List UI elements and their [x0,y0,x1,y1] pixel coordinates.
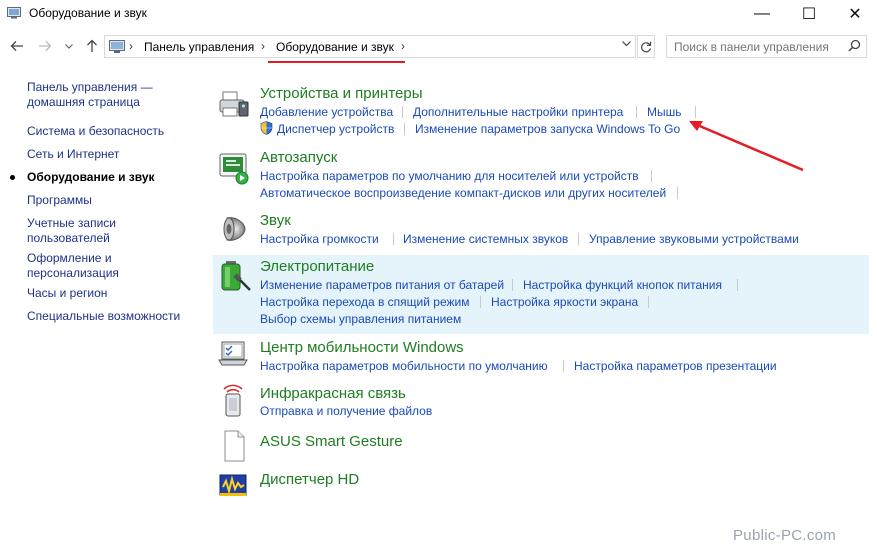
battery-icon [221,261,251,291]
link-separator [393,233,394,245]
category-power-options: Электропитание Изменение параметров пита… [213,255,869,334]
category-infrared: Инфракрасная связь Отправка и получение … [213,382,869,422]
category-title[interactable]: Устройства и принтеры [260,85,422,102]
link-windows-to-go[interactable]: Изменение параметров запуска Windows To … [415,122,680,136]
category-sound: Звук Настройка громкости Изменение систе… [213,209,869,253]
printer-icon [219,91,249,117]
link-separator [578,233,579,245]
search-icon[interactable] [848,39,861,55]
link-sleep-settings[interactable]: Настройка перехода в спящий режим [260,295,469,309]
link-power-buttons[interactable]: Настройка функций кнопок питания [523,278,722,292]
category-title[interactable]: Электропитание [260,258,374,275]
category-title[interactable]: ASUS Smart Gesture [260,433,403,450]
maximize-button[interactable]: ☐ [786,0,832,28]
title-bar: Оборудование и звук — ☐ ✕ [0,0,877,28]
mobility-center-icon [218,341,248,366]
search-input[interactable] [667,36,847,57]
address-dropdown-icon[interactable] [622,39,631,50]
link-send-receive-files[interactable]: Отправка и получение файлов [260,404,432,418]
navigation-bar: › Панель управления › Оборудование и зву… [0,32,877,60]
link-system-sounds[interactable]: Изменение системных звуков [403,232,568,246]
link-separator [651,170,652,182]
sidebar-item-user-accounts[interactable]: Учетные записи пользователей [27,216,137,246]
breadcrumb-separator-icon[interactable]: › [401,39,405,53]
link-power-plan[interactable]: Выбор схемы управления питанием [260,312,461,326]
sidebar-item-programs[interactable]: Программы [27,193,197,208]
speaker-icon [223,217,246,241]
watermark: Public-PC.com [733,527,837,544]
category-title[interactable]: Автозапуск [260,149,337,166]
link-separator [563,360,564,372]
link-volume[interactable]: Настройка громкости [260,232,379,246]
link-mouse[interactable]: Мышь [647,105,682,119]
current-item-bullet-icon [10,175,15,180]
link-device-manager[interactable]: Диспетчер устройств [277,122,394,136]
sidebar-item-personalization[interactable]: Оформление и персонализация [27,251,137,281]
sidebar-item-network[interactable]: Сеть и Интернет [27,147,197,162]
autoplay-icon [219,153,249,185]
link-separator [404,123,405,135]
control-panel-location-icon [109,40,125,53]
sidebar-item-clock-region[interactable]: Часы и регион [27,286,197,301]
link-screen-brightness[interactable]: Настройка яркости экрана [491,295,638,309]
breadcrumb-control-panel[interactable]: Панель управления [144,40,254,54]
category-title[interactable]: Центр мобильности Windows [260,339,464,356]
link-separator [512,279,513,291]
uac-shield-icon [260,121,273,135]
window-title: Оборудование и звук [29,6,147,20]
link-separator [480,296,481,308]
search-box[interactable] [666,35,867,58]
link-separator [648,296,649,308]
recent-locations-chevron-icon[interactable] [63,36,75,56]
address-bar[interactable]: › Панель управления › Оборудование и зву… [104,35,636,58]
category-title[interactable]: Звук [260,212,291,229]
blank-document-icon [224,430,245,462]
link-separator [636,106,637,118]
refresh-icon[interactable] [637,35,655,58]
sidebar-item-home[interactable]: Панель управления — домашняя страница [27,80,197,110]
breadcrumb-separator-icon[interactable]: › [261,39,265,53]
category-title[interactable]: Диспетчер HD [260,471,359,488]
link-printer-settings[interactable]: Дополнительные настройки принтера [413,105,623,119]
category-title[interactable]: Инфракрасная связь [260,385,406,402]
sidebar-item-hardware-sound[interactable]: Оборудование и звук [27,170,197,185]
link-autoplay-cds[interactable]: Автоматическое воспроизведение компакт-д… [260,186,666,200]
category-mobility-center: Центр мобильности Windows Настройка пара… [213,336,869,376]
forward-arrow-icon[interactable] [35,36,55,56]
link-autoplay-defaults[interactable]: Настройка параметров по умолчанию для но… [260,169,639,183]
link-separator [677,187,678,199]
breadcrumb-separator-icon[interactable]: › [129,39,133,53]
minimize-button[interactable]: — [739,0,785,28]
link-separator [402,106,403,118]
link-mobility-defaults[interactable]: Настройка параметров мобильности по умол… [260,359,548,373]
link-add-device[interactable]: Добавление устройства [260,105,393,119]
annotation-underline [268,61,405,63]
sidebar-item-accessibility[interactable]: Специальные возможности [27,309,197,324]
category-asus-smart-gesture: ASUS Smart Gesture [213,429,869,463]
hd-audio-manager-icon [219,474,247,496]
up-arrow-icon[interactable] [82,36,102,56]
link-separator [737,279,738,291]
sidebar-item-system-security[interactable]: Система и безопасность [27,124,197,139]
infrared-icon [223,384,243,417]
control-panel-app-icon [7,7,21,19]
link-presentation-settings[interactable]: Настройка параметров презентации [574,359,777,373]
back-arrow-icon[interactable] [7,36,27,56]
breadcrumb-hardware-and-sound[interactable]: Оборудование и звук [276,40,394,54]
link-battery-settings[interactable]: Изменение параметров питания от батарей [260,278,504,292]
close-button[interactable]: ✕ [832,0,877,28]
category-hd-manager: Диспетчер HD [213,467,869,501]
link-sound-devices[interactable]: Управление звуковыми устройствами [589,232,799,246]
annotation-arrow [689,121,804,172]
